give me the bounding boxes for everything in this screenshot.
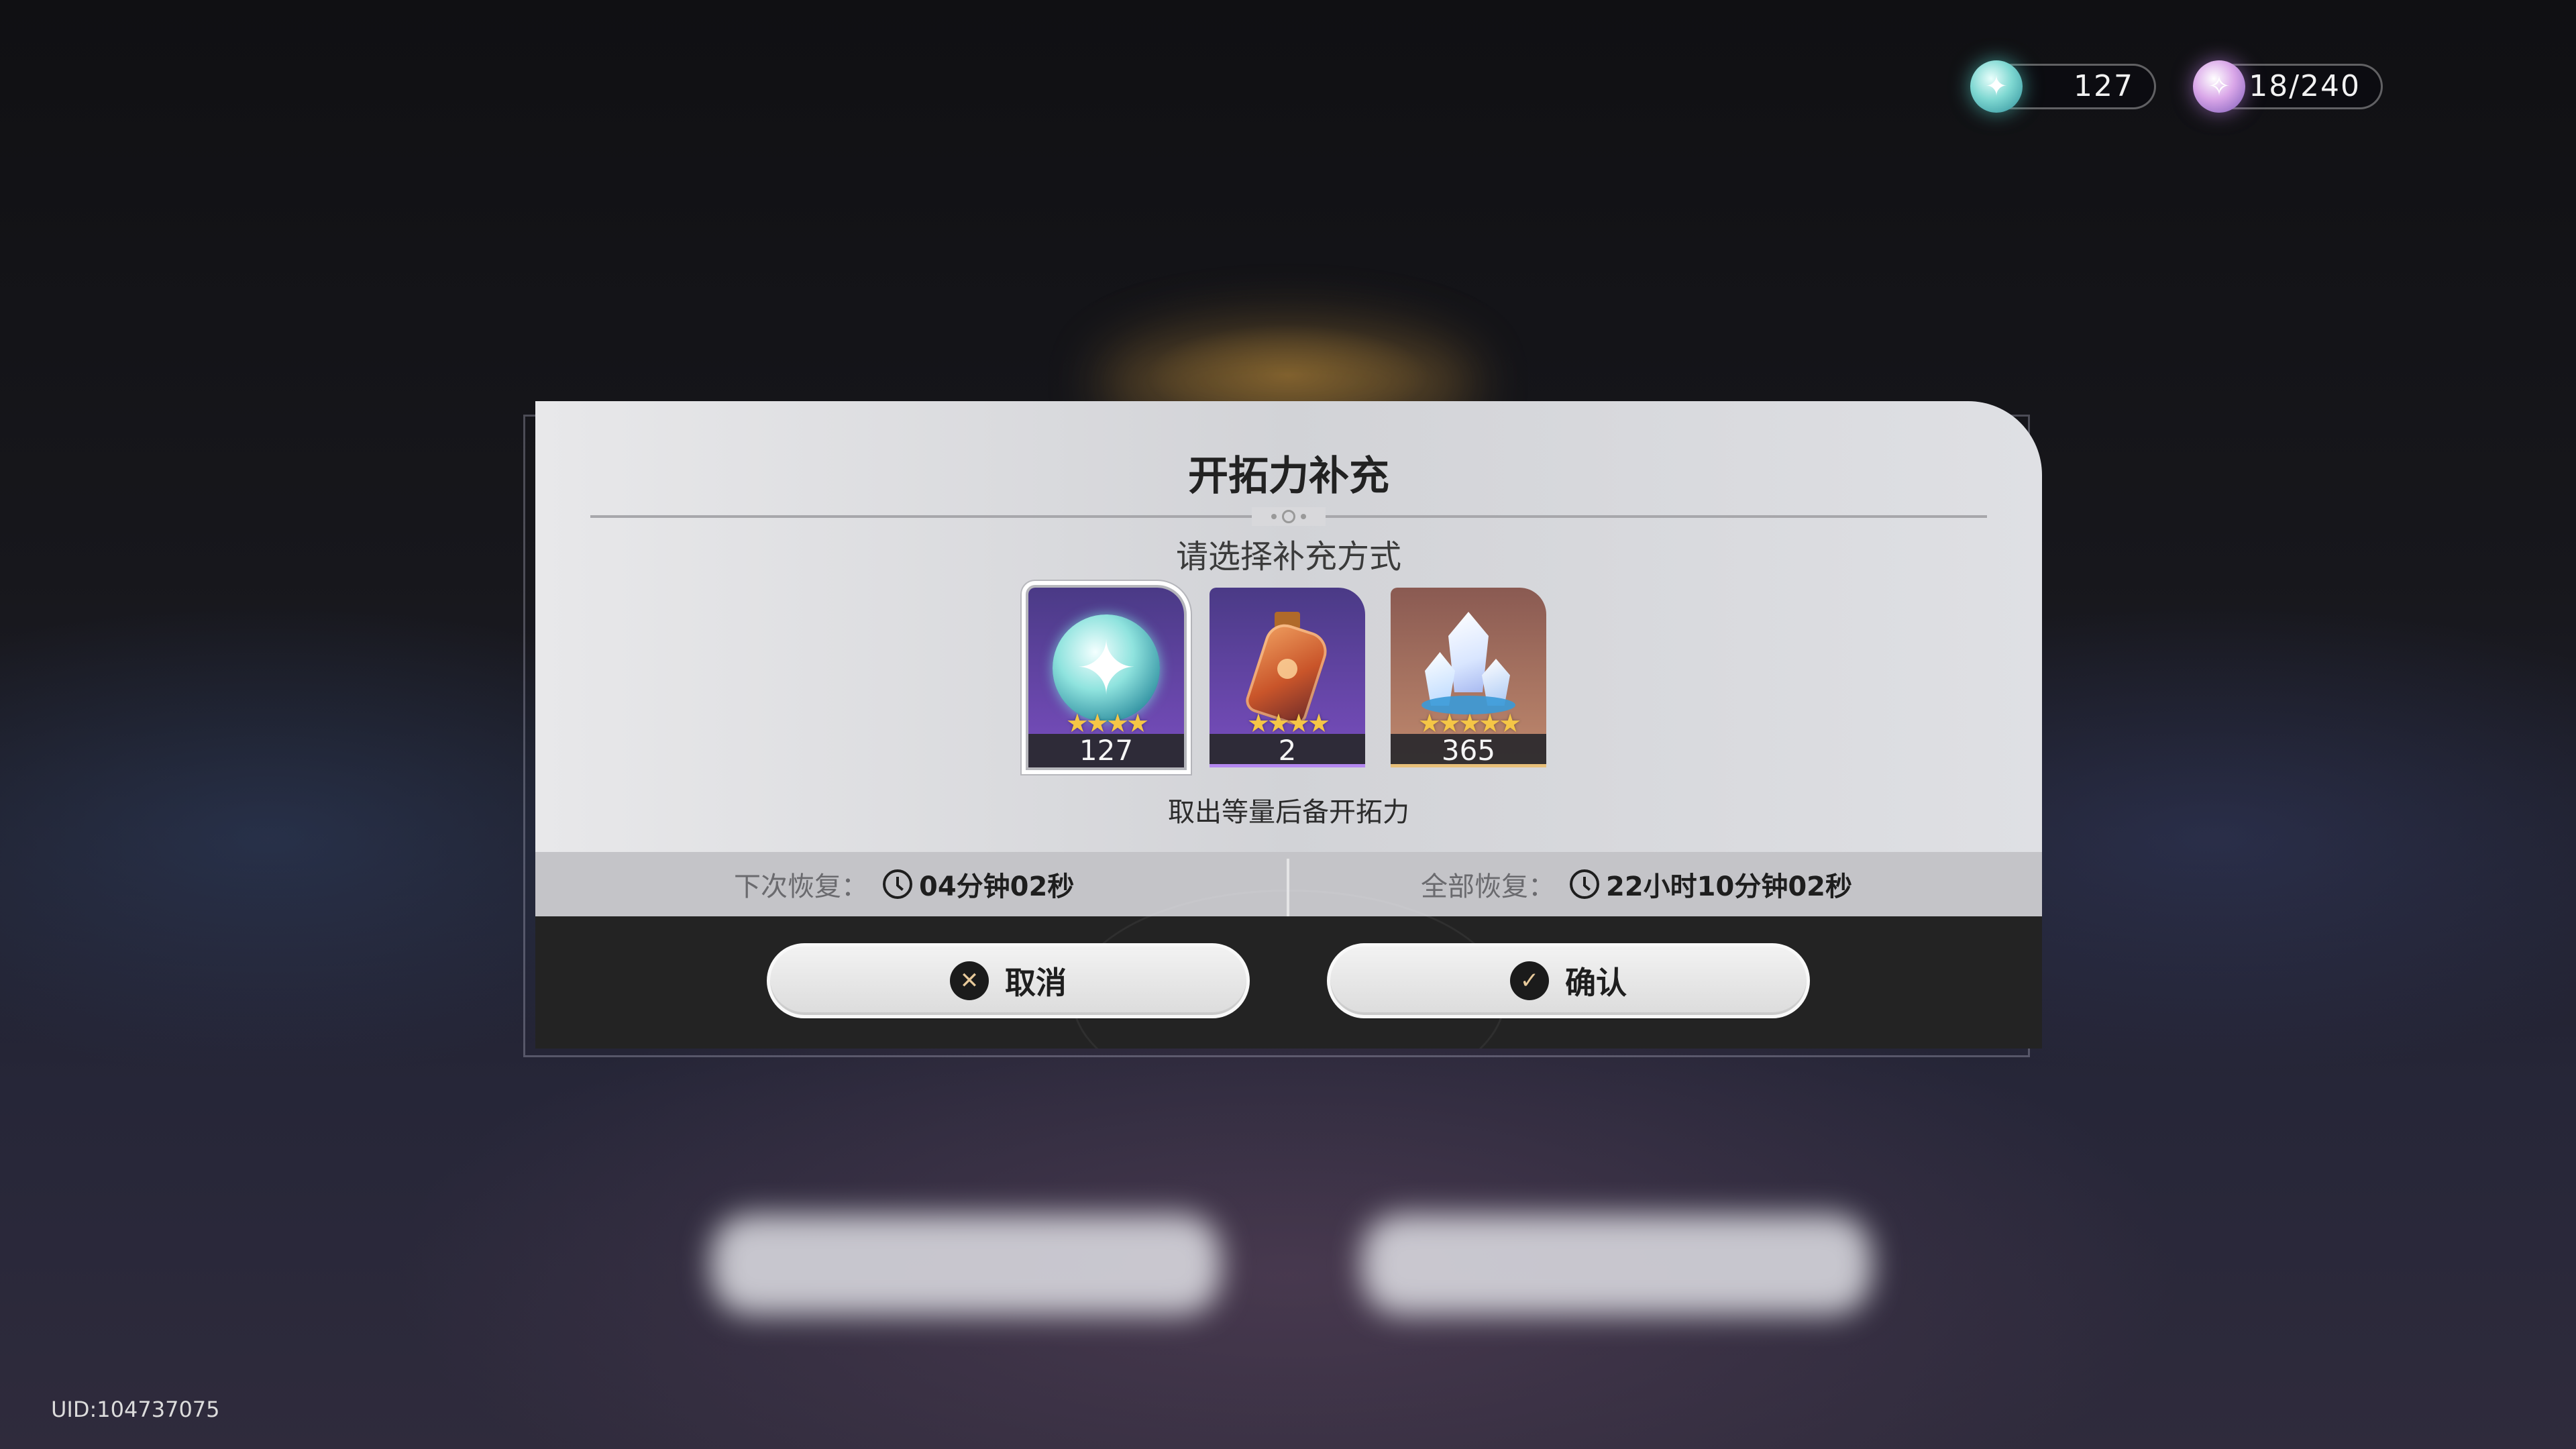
close-icon: ✕ (950, 961, 989, 1000)
trailblaze-power-value: 18/240 (2249, 69, 2361, 103)
player-uid: UID:104737075 (51, 1397, 220, 1422)
title-divider (590, 507, 1987, 526)
confirm-button[interactable]: ✓ 确认 (1327, 943, 1810, 1018)
dialog-title: 开拓力补充 (1188, 453, 1389, 500)
next-recovery-label: 下次恢复： (734, 871, 868, 902)
full-recovery: 全部恢复： 22小时10分钟02秒 (1421, 852, 1852, 916)
dialog-subtitle: 请选择补充方式 (1175, 538, 1401, 576)
stellar-jade-icon: ✦ (1053, 614, 1160, 722)
cancel-button[interactable]: ✕ 取消 (767, 943, 1250, 1018)
refill-dialog: 开拓力补充 请选择补充方式 ✦ ★★★★ 127 ★★★★ 2 ★★★★★ 36… (535, 401, 2042, 1049)
item-oneiric-shard[interactable]: ★★★★★ 365 (1391, 588, 1546, 767)
dialog-footer: ✕ 取消 ✓ 确认 (535, 890, 2042, 1049)
item-count: 127 (1028, 734, 1184, 767)
full-recovery-time: 22小时10分钟02秒 (1606, 871, 1852, 902)
stellar-jade-icon: ✦ (1970, 60, 2023, 113)
background-blurred-button-left (711, 1214, 1221, 1315)
stellar-jade-counter[interactable]: ✦ 127 (1970, 60, 2156, 113)
trailblaze-power-counter[interactable]: ✧ 18/240 (2193, 60, 2383, 113)
item-count: 2 (1210, 734, 1365, 767)
item-description: 取出等量后备开拓力 (1168, 797, 1409, 828)
item-fuel[interactable]: ★★★★ 2 (1210, 588, 1365, 767)
item-count: 365 (1391, 734, 1546, 767)
check-icon: ✓ (1510, 961, 1549, 1000)
full-recovery-label: 全部恢复： (1421, 871, 1555, 902)
trailblaze-power-icon: ✧ (2193, 60, 2245, 113)
confirm-label: 确认 (1565, 965, 1627, 1001)
background-blurred-button-right (1362, 1214, 1872, 1315)
next-recovery-time: 04分钟02秒 (919, 871, 1075, 902)
cancel-label: 取消 (1005, 965, 1067, 1001)
clock-icon (883, 869, 912, 899)
divider-ornament (1252, 507, 1326, 526)
clock-icon (1570, 869, 1599, 899)
stellar-jade-value: 127 (2074, 69, 2134, 103)
crystal-icon (1418, 612, 1519, 719)
next-recovery: 下次恢复： 04分钟02秒 (734, 852, 1074, 916)
item-stellar-jade[interactable]: ✦ ★★★★ 127 (1022, 581, 1191, 774)
